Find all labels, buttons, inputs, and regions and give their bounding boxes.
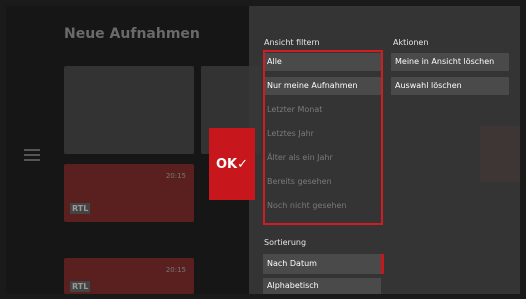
recording-tile: 20:15 RTL [64, 164, 194, 222]
channel-badge: RTL [70, 281, 91, 292]
action-delete-in-view-button[interactable]: Meine in Ansicht löschen [391, 53, 509, 71]
actions-heading: Aktionen [393, 38, 429, 47]
ok-button[interactable]: OK✓ [209, 128, 255, 200]
filter-heading: Ansicht filtern [264, 38, 320, 47]
channel-badge: RTL [70, 203, 91, 214]
tv-screen: Neue Aufnahmen 20:15 RTL 20:15 RTL Ansic… [6, 6, 520, 294]
tile-time: 20:15 [165, 266, 186, 274]
sort-heading: Sortierung [264, 238, 307, 247]
recording-tile [64, 66, 194, 154]
sort-item-alphabetisch[interactable]: Alphabetisch [263, 278, 381, 294]
selected-indicator [381, 254, 384, 274]
sort-item-nach-datum[interactable]: Nach Datum [263, 254, 381, 274]
menu-icon [24, 146, 40, 164]
background-page-title: Neue Aufnahmen [64, 26, 200, 42]
filter-focus-frame [263, 50, 383, 225]
tile-time: 20:15 [165, 172, 186, 180]
recording-tile: 20:15 RTL [64, 258, 194, 294]
action-delete-selection-button[interactable]: Auswahl löschen [391, 77, 509, 95]
